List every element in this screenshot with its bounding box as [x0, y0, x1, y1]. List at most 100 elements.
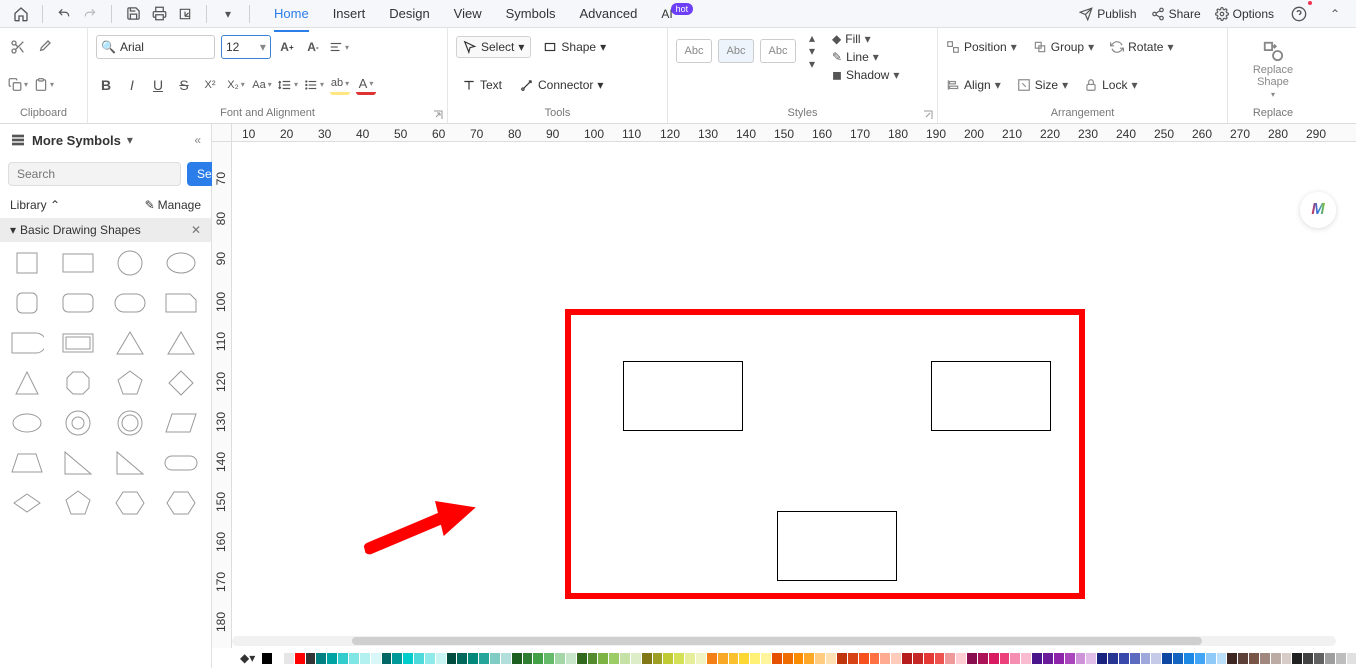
color-swatch[interactable] [859, 653, 869, 664]
align-top-icon[interactable] [329, 37, 349, 57]
color-swatch[interactable] [598, 653, 608, 664]
color-swatch[interactable] [1195, 653, 1205, 664]
color-swatch[interactable] [284, 653, 294, 664]
shape-frame[interactable] [59, 328, 97, 358]
color-swatch[interactable] [804, 653, 814, 664]
menu-advanced[interactable]: Advanced [567, 2, 649, 25]
lock-button[interactable]: Lock▾ [1084, 78, 1137, 92]
color-swatch[interactable] [1249, 653, 1259, 664]
save-icon[interactable] [122, 3, 144, 25]
more-icon[interactable]: ▾ [217, 3, 239, 25]
color-swatch[interactable] [739, 653, 749, 664]
color-swatch[interactable] [1325, 653, 1335, 664]
size-button[interactable]: Size▾ [1017, 78, 1068, 92]
shape-diamond[interactable] [162, 368, 200, 398]
color-swatch[interactable] [544, 653, 554, 664]
color-swatch[interactable] [436, 653, 446, 664]
format-painter-icon[interactable] [34, 37, 54, 57]
color-swatch[interactable] [1260, 653, 1270, 664]
color-swatch[interactable] [1206, 653, 1216, 664]
manage-button[interactable]: ✎ Manage [145, 198, 201, 212]
color-swatch[interactable] [414, 653, 424, 664]
shape-tri[interactable] [111, 328, 149, 358]
color-swatch[interactable] [924, 653, 934, 664]
color-swatch[interactable] [403, 653, 413, 664]
copy-icon[interactable] [8, 75, 28, 95]
redo-icon[interactable] [79, 3, 101, 25]
color-swatch[interactable] [620, 653, 630, 664]
shape-roundrect2[interactable] [111, 288, 149, 318]
style-up-icon[interactable]: ▴ [802, 32, 822, 44]
color-swatch[interactable] [1238, 653, 1248, 664]
canvas[interactable]: M [267, 142, 1356, 630]
color-swatch[interactable] [1065, 653, 1075, 664]
color-swatch[interactable] [588, 653, 598, 664]
replace-shape-button[interactable]: Replace Shape ▾ [1243, 40, 1303, 99]
color-swatch[interactable] [870, 653, 880, 664]
color-swatch[interactable] [1108, 653, 1118, 664]
menu-ai[interactable]: AIhot [649, 2, 707, 25]
menu-home[interactable]: Home [262, 2, 321, 25]
color-swatch[interactable] [1282, 653, 1292, 664]
shape-trap[interactable] [8, 448, 46, 478]
color-swatch[interactable] [501, 653, 511, 664]
color-swatch[interactable] [1032, 653, 1042, 664]
fill-tool-icon[interactable]: ◆▾ [240, 651, 255, 665]
color-swatch[interactable] [447, 653, 457, 664]
shape-para[interactable] [162, 408, 200, 438]
collapse-sidebar-icon[interactable]: « [194, 133, 201, 147]
color-swatch[interactable] [349, 653, 359, 664]
superscript-icon[interactable]: X² [200, 75, 220, 95]
line-spacing-icon[interactable] [278, 75, 298, 95]
color-palette[interactable]: ◆▾ [232, 650, 1356, 666]
color-swatch[interactable] [316, 653, 326, 664]
shape-righttri2[interactable] [111, 448, 149, 478]
color-swatch[interactable] [1162, 653, 1172, 664]
color-swatch[interactable] [382, 653, 392, 664]
shape-tab[interactable] [8, 328, 46, 358]
increase-font-icon[interactable]: A+ [277, 37, 297, 57]
line-button[interactable]: ✎ Line ▾ [832, 50, 899, 64]
font-dialog-icon[interactable] [433, 110, 443, 120]
position-button[interactable]: Position▾ [946, 40, 1017, 54]
shape-pill[interactable] [162, 448, 200, 478]
color-swatch[interactable] [696, 653, 706, 664]
symbol-search-input[interactable] [8, 162, 181, 186]
color-swatch[interactable] [707, 653, 717, 664]
color-swatch[interactable] [1184, 653, 1194, 664]
home-icon[interactable] [10, 3, 32, 25]
styles-dialog-icon[interactable] [923, 110, 933, 120]
color-swatch[interactable] [1292, 653, 1302, 664]
shadow-button[interactable]: ◼ Shadow ▾ [832, 68, 899, 82]
color-swatch[interactable] [392, 653, 402, 664]
color-swatch[interactable] [512, 653, 522, 664]
shape-roundsq[interactable] [8, 288, 46, 318]
color-swatch[interactable] [1336, 653, 1346, 664]
shape-square[interactable] [8, 248, 46, 278]
color-swatch[interactable] [1303, 653, 1313, 664]
color-swatch[interactable] [848, 653, 858, 664]
h-scrollbar[interactable] [232, 636, 1336, 646]
shape-hex2[interactable] [162, 488, 200, 518]
print-icon[interactable] [148, 3, 170, 25]
case-icon[interactable]: Aa [252, 75, 272, 95]
underline-icon[interactable]: U [148, 75, 168, 95]
rotate-button[interactable]: Rotate▾ [1110, 40, 1173, 54]
color-swatch[interactable] [891, 653, 901, 664]
shape-ring[interactable] [111, 408, 149, 438]
color-swatch[interactable] [1076, 653, 1086, 664]
share-button[interactable]: Share [1151, 7, 1201, 21]
color-swatch[interactable] [555, 653, 565, 664]
font-size-input[interactable]: ▾ [221, 35, 271, 59]
style-preset-3[interactable]: Abc [760, 39, 796, 63]
strike-icon[interactable]: S [174, 75, 194, 95]
bold-icon[interactable]: B [96, 75, 116, 95]
italic-icon[interactable]: I [122, 75, 142, 95]
color-swatch[interactable] [1021, 653, 1031, 664]
color-swatch[interactable] [642, 653, 652, 664]
color-swatch[interactable] [815, 653, 825, 664]
style-preset-2[interactable]: Abc [718, 39, 754, 63]
color-swatch[interactable] [631, 653, 641, 664]
shape-tri3[interactable] [8, 368, 46, 398]
shape-circle[interactable] [111, 248, 149, 278]
